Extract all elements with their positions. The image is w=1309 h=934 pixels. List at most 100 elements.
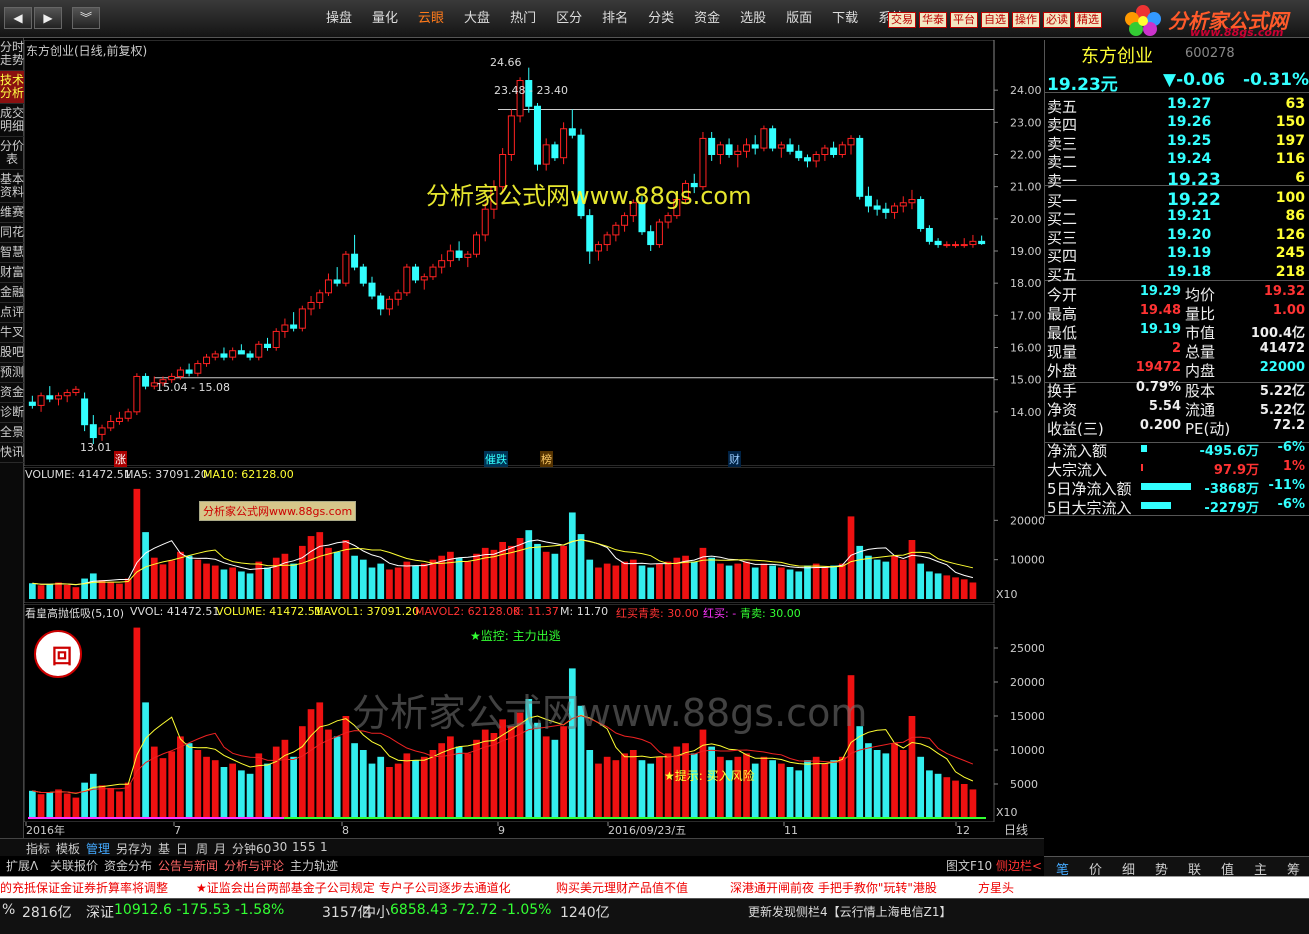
candle-body[interactable]	[647, 231, 655, 246]
volume-bar[interactable]	[551, 553, 559, 599]
candle-body[interactable]	[351, 253, 359, 268]
indicator-bar[interactable]	[804, 760, 811, 818]
volume-bar[interactable]	[246, 573, 254, 599]
side-tab-2[interactable]: 成交明细	[0, 104, 24, 137]
candle-body[interactable]	[830, 147, 838, 155]
candle-body[interactable]	[725, 144, 733, 155]
candle-body[interactable]	[490, 186, 498, 210]
candle-body[interactable]	[403, 266, 411, 294]
indicator-bar[interactable]	[481, 729, 489, 818]
menu-item-8[interactable]: 资金	[684, 0, 730, 38]
indicator-bar[interactable]	[690, 753, 698, 818]
candle-body[interactable]	[751, 144, 759, 149]
indicator-bar[interactable]	[351, 743, 358, 818]
candle-body[interactable]	[290, 324, 298, 329]
volume-bar[interactable]	[708, 557, 716, 599]
volume-bar[interactable]	[769, 565, 776, 599]
candle-body[interactable]	[429, 266, 437, 278]
candle-body[interactable]	[194, 363, 202, 374]
volume-bar[interactable]	[812, 563, 820, 599]
indicator-bar[interactable]	[377, 756, 385, 818]
indicator-bar[interactable]	[255, 753, 263, 818]
candle-body[interactable]	[978, 240, 986, 245]
indicator-bar[interactable]	[220, 767, 228, 818]
indicator-bar[interactable]	[116, 791, 123, 818]
candle-body[interactable]	[220, 353, 228, 358]
indicator-bar[interactable]	[865, 743, 872, 818]
f10-button[interactable]: 图文F10	[946, 857, 992, 874]
indicator-bar[interactable]	[760, 756, 768, 818]
candle-body[interactable]	[812, 154, 820, 162]
indicator-bar[interactable]	[37, 794, 45, 818]
indicator-bar[interactable]	[420, 756, 428, 818]
candle-body[interactable]	[63, 392, 71, 397]
volume-bar[interactable]	[333, 551, 341, 599]
volume-bar[interactable]	[264, 567, 271, 599]
bottombar2-item-2[interactable]: 资金分布	[104, 857, 152, 874]
side-tab-10[interactable]: 点评	[0, 303, 24, 323]
bottombar-item-3[interactable]: 另存为	[116, 840, 152, 857]
candle-body[interactable]	[464, 253, 472, 258]
indicator-bar[interactable]	[629, 750, 637, 818]
bottombar-item-9[interactable]: 30	[272, 840, 287, 854]
candle-body[interactable]	[507, 115, 515, 155]
volume-bar[interactable]	[969, 582, 977, 599]
side-tab-0[interactable]: 分时走势	[0, 38, 24, 71]
volume-bar[interactable]	[516, 538, 524, 599]
volume-bar[interactable]	[229, 567, 237, 599]
volume-bar[interactable]	[821, 567, 829, 599]
candle-body[interactable]	[481, 208, 489, 236]
side-tab-5[interactable]: 维赛	[0, 203, 24, 223]
candle-body[interactable]	[743, 144, 750, 152]
side-tab-14[interactable]: 资金	[0, 383, 24, 403]
indicator-bar[interactable]	[98, 785, 106, 818]
volume-bar[interactable]	[664, 561, 672, 599]
indicator-bar[interactable]	[290, 756, 297, 818]
volume-bar[interactable]	[717, 563, 724, 599]
volume-bar[interactable]	[55, 582, 62, 599]
bottombar2-item-5[interactable]: 主力轨迹	[290, 857, 338, 874]
volume-bar[interactable]	[891, 555, 898, 599]
candle-body[interactable]	[176, 369, 184, 377]
bottombar2-item-4[interactable]: 分析与评论	[224, 857, 284, 874]
marker-cuidie[interactable]: 催跌	[484, 451, 508, 467]
indicator-bar[interactable]	[46, 792, 54, 818]
indicator-bar[interactable]	[560, 726, 567, 818]
volume-bar[interactable]	[934, 573, 942, 599]
sidebar-toggle[interactable]: 侧边栏<	[996, 857, 1042, 874]
menu-item-6[interactable]: 排名	[592, 0, 638, 38]
volume-bar[interactable]	[455, 557, 463, 599]
candle-body[interactable]	[708, 137, 716, 155]
indicator-bar[interactable]	[795, 770, 803, 818]
bottombar-item-6[interactable]: 周	[196, 840, 208, 857]
candlestick-chart[interactable]: 24.00 23.00 22.00 21.00 20.00 19.00 18.00 17.00…	[24, 40, 1044, 466]
indicator-bar[interactable]	[133, 627, 141, 818]
bottombar-item-0[interactable]: 指标	[26, 840, 50, 857]
indicator-bar[interactable]	[272, 746, 280, 818]
volume-bar[interactable]	[185, 555, 193, 599]
volume-chart[interactable]: 20000 10000	[24, 467, 1044, 603]
candle-body[interactable]	[673, 199, 681, 217]
bottombar2-item-1[interactable]: 关联报价	[50, 857, 98, 874]
indicator-bar[interactable]	[246, 773, 254, 818]
candle-body[interactable]	[237, 350, 245, 355]
volume-bar[interactable]	[795, 571, 803, 599]
side-tab-8[interactable]: 财富	[0, 263, 24, 283]
indicator-bar[interactable]	[777, 763, 785, 818]
candle-body[interactable]	[394, 292, 402, 300]
side-tab-12[interactable]: 股吧	[0, 343, 24, 363]
volume-bar[interactable]	[873, 559, 881, 599]
volume-bar[interactable]	[629, 559, 637, 599]
indicator-bar[interactable]	[455, 746, 463, 818]
indicator-bar[interactable]	[298, 726, 306, 818]
marker-bang[interactable]: 榜	[540, 451, 553, 467]
volume-bar[interactable]	[255, 561, 263, 599]
indicator-bar[interactable]	[211, 760, 219, 818]
indicator-bar[interactable]	[89, 773, 97, 818]
bottombar-item-5[interactable]: 日	[176, 840, 188, 857]
indicator-bar[interactable]	[960, 784, 968, 818]
volume-bar[interactable]	[586, 559, 594, 599]
volume-bar[interactable]	[621, 561, 628, 599]
indicator-bar[interactable]	[812, 756, 820, 818]
candle-body[interactable]	[533, 105, 541, 165]
